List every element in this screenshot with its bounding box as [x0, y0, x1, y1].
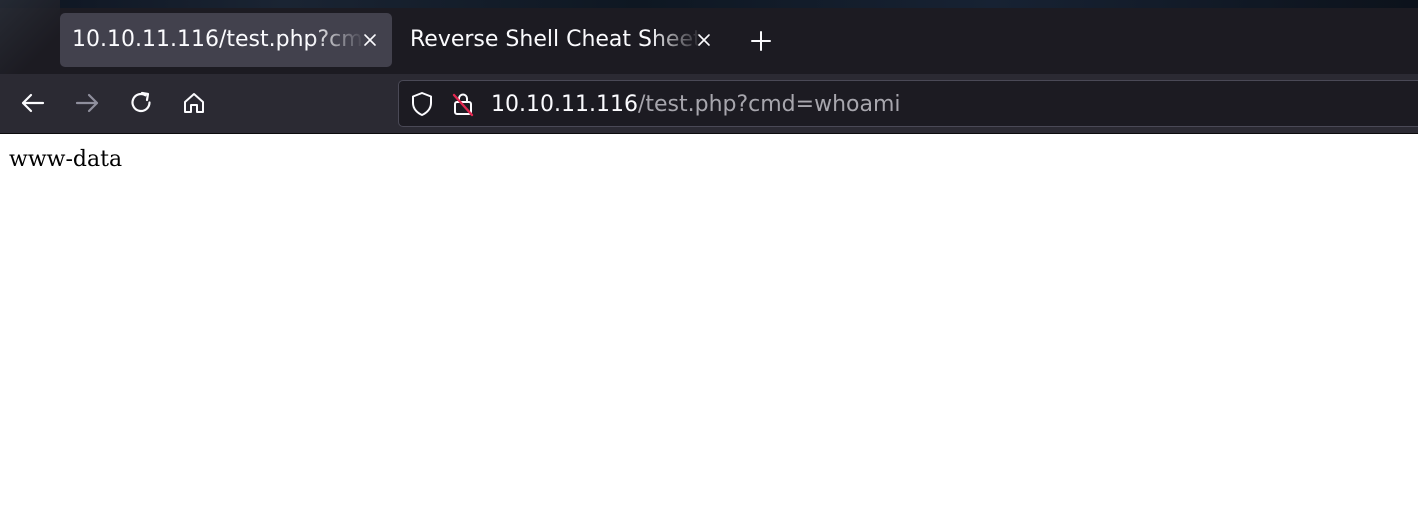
tab-test-php[interactable]: 10.10.11.116/test.php?cmd=whoami: [60, 13, 392, 67]
tab-strip: 10.10.11.116/test.php?cmd=whoami Reverse…: [0, 0, 1418, 74]
reload-icon: [131, 91, 151, 113]
reload-button[interactable]: [125, 87, 157, 119]
back-button[interactable]: [17, 87, 49, 119]
new-tab-button[interactable]: [746, 26, 776, 56]
close-icon[interactable]: [360, 30, 380, 50]
page-content: www-data: [0, 135, 1418, 511]
nav-bar: 10.10.11.116/test.php?cmd=whoami: [0, 74, 1418, 134]
shield-icon[interactable]: [409, 91, 435, 117]
url-host: 10.10.11.116: [491, 92, 638, 117]
home-button[interactable]: [178, 87, 210, 119]
arrow-right-icon: [75, 93, 99, 113]
wallpaper-strip: [0, 0, 1418, 8]
command-output: www-data: [9, 147, 123, 172]
browser-window: 10.10.11.116/test.php?cmd=whoami Reverse…: [0, 0, 1418, 511]
tab-label: 10.10.11.116/test.php?cmd=whoami: [72, 27, 364, 52]
arrow-left-icon: [21, 93, 45, 113]
close-icon[interactable]: [694, 30, 714, 50]
url-path: /test.php?cmd=whoami: [637, 92, 901, 117]
insecure-lock-icon[interactable]: [450, 91, 476, 117]
url-bar[interactable]: 10.10.11.116/test.php?cmd=whoami: [398, 80, 1418, 127]
url-text[interactable]: 10.10.11.116/test.php?cmd=whoami: [491, 81, 901, 128]
tab-label: Reverse Shell Cheat Sheet: [410, 27, 702, 52]
tab-reverse-shell[interactable]: Reverse Shell Cheat Sheet: [398, 13, 726, 67]
home-icon: [184, 93, 204, 113]
forward-button[interactable]: [71, 87, 103, 119]
plus-icon: [751, 31, 771, 51]
wallpaper-corner: [0, 0, 60, 74]
